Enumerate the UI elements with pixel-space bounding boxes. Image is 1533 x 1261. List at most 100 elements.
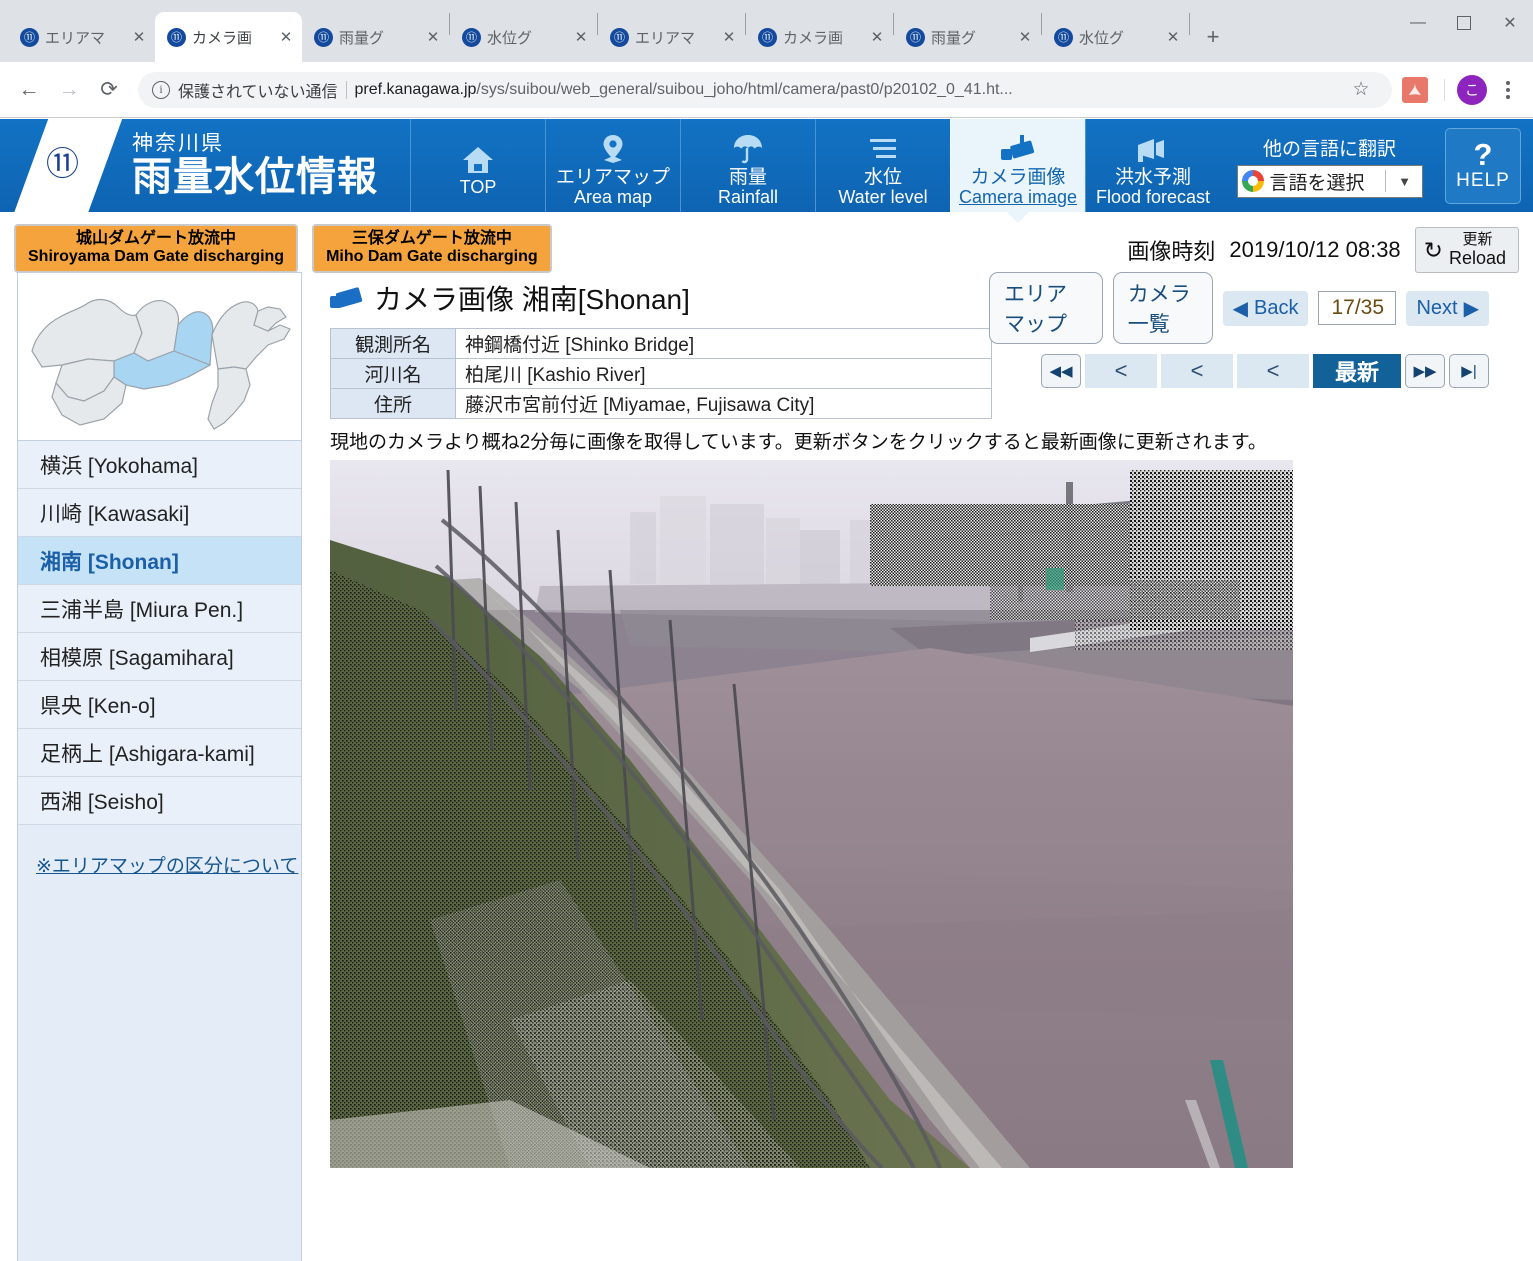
address-bar[interactable]: i 保護されていない通信 pref.kanagawa.jp/sys/suibou… — [138, 71, 1392, 108]
nav-item-area-map[interactable]: エリアマップ Area map — [545, 119, 680, 212]
area-list: 横浜 [Yokohama] 川崎 [Kawasaki] 湘南 [Shonan] … — [18, 441, 301, 825]
browser-tab-7[interactable]: ⑪ 雨量グ ✕ — [894, 12, 1041, 62]
controls-row-primary: エリアマップ カメラ一覧 ◀ Back 17/35 Next ▶ — [989, 272, 1489, 344]
sidebar-item-shonan[interactable]: 湘南 [Shonan] — [18, 537, 301, 585]
back-button[interactable]: ◀ Back — [1222, 290, 1309, 326]
tab-label: 水位グ — [487, 29, 533, 47]
close-icon[interactable]: ✕ — [1017, 30, 1033, 45]
page-title-text: カメラ画像 湘南[Shonan] — [374, 284, 690, 315]
close-icon[interactable]: ✕ — [869, 30, 885, 45]
sidebar-item-ashigara-kami[interactable]: 足柄上 [Ashigara-kami] — [18, 729, 301, 777]
help-button[interactable]: ? HELP — [1445, 127, 1521, 204]
browser-tab-3[interactable]: ⑪ 雨量グ ✕ — [302, 12, 449, 62]
prev-step-2-button[interactable]: < — [1161, 354, 1233, 388]
nav-item-top[interactable]: TOP — [410, 119, 545, 212]
browser-tab-6[interactable]: ⑪ カメラ画 ✕ — [746, 12, 893, 62]
site-brand[interactable]: ⑪ 神奈川県 雨量水位情報 — [0, 119, 410, 212]
nav-item-rainfall[interactable]: 雨量 Rainfall — [680, 119, 815, 212]
river-camera-photo[interactable] — [330, 460, 1293, 1168]
site-title: 雨量水位情報 — [132, 155, 378, 200]
station-info-table: 観測所名 神鋼橋付近 [Shinko Bridge] 河川名 柏尾川 [Kash… — [330, 328, 992, 419]
sidebar-item-miura[interactable]: 三浦半島 [Miura Pen.] — [18, 585, 301, 633]
forward-step-button[interactable]: ▶▶ — [1405, 354, 1445, 388]
minimize-icon[interactable]: — — [1395, 0, 1441, 46]
site-header: ⑪ 神奈川県 雨量水位情報 TOP エリアマップ Area map 雨量 Rai… — [0, 119, 1533, 223]
chrome-menu-icon[interactable] — [1493, 80, 1523, 99]
water-level-icon — [865, 129, 901, 165]
close-icon[interactable]: ✕ — [131, 30, 147, 45]
first-page-button[interactable]: ◀◀ — [1041, 354, 1081, 388]
area-map-button[interactable]: エリアマップ — [989, 272, 1103, 344]
table-key: 観測所名 — [330, 328, 456, 359]
nav-item-flood-forecast[interactable]: 洪水予測 Flood forecast — [1085, 119, 1220, 212]
sidebar-item-keno[interactable]: 県央 [Ken-o] — [18, 681, 301, 729]
browser-tab-5[interactable]: ⑪ エリアマ ✕ — [598, 12, 745, 62]
alert-miho-dam[interactable]: 三保ダムゲート放流中 Miho Dam Gate discharging — [312, 224, 552, 273]
table-row: 住所 藤沢市宮前付近 [Miyamae, Fujisawa City] — [330, 388, 992, 419]
kanagawa-favicon-icon: ⑪ — [758, 27, 777, 47]
alert-label-jp: 城山ダムゲート放流中 — [76, 230, 237, 247]
close-icon[interactable]: ✕ — [278, 30, 294, 45]
prefecture-name: 神奈川県 — [132, 131, 224, 155]
dam-alert-row: 城山ダムゲート放流中 Shiroyama Dam Gate dischargin… — [14, 224, 552, 273]
new-tab-button[interactable]: + — [1196, 20, 1230, 54]
camera-icon — [999, 129, 1037, 165]
last-page-button[interactable]: ▶| — [1449, 354, 1489, 388]
table-row: 観測所名 神鋼橋付近 [Shinko Bridge] — [330, 328, 992, 359]
kanagawa-area-map[interactable] — [18, 273, 301, 441]
latest-button[interactable]: 最新 — [1313, 354, 1401, 388]
chevron-down-icon[interactable]: ▼ — [1392, 174, 1418, 189]
table-key: 河川名 — [330, 358, 456, 389]
url-text: pref.kanagawa.jp/sys/suibou/web_general/… — [355, 81, 1336, 99]
url-host: pref.kanagawa.jp — [354, 80, 477, 98]
close-icon[interactable]: ✕ — [573, 30, 589, 45]
kanagawa-favicon-icon: ⑪ — [906, 27, 925, 47]
info-icon[interactable]: i — [152, 80, 170, 99]
camera-list-button[interactable]: カメラ一覧 — [1112, 272, 1213, 344]
table-value: 神鋼橋付近 [Shinko Bridge] — [455, 328, 992, 359]
umbrella-icon — [731, 129, 765, 165]
maximize-icon[interactable] — [1441, 0, 1487, 46]
alert-label-jp: 三保ダムゲート放流中 — [351, 230, 512, 247]
sidebar-item-seisho[interactable]: 西湘 [Seisho] — [18, 777, 301, 825]
browser-tab-4[interactable]: ⑪ 水位グ ✕ — [450, 12, 597, 62]
megaphone-icon — [1134, 129, 1172, 165]
window-close-icon[interactable]: ✕ — [1487, 0, 1533, 46]
close-icon[interactable]: ✕ — [1165, 30, 1181, 45]
close-icon[interactable]: ✕ — [721, 30, 737, 45]
kanagawa-logo-icon: ⑪ — [10, 119, 122, 212]
language-select-value: 言語を選択 — [1269, 172, 1365, 194]
prev-step-1-button[interactable]: < — [1085, 354, 1157, 388]
refresh-icon: ↻ — [1423, 236, 1443, 263]
adobe-pdf-extension-icon[interactable] — [1402, 76, 1428, 103]
page-content: ⑪ 神奈川県 雨量水位情報 TOP エリアマップ Area map 雨量 Rai… — [0, 119, 1533, 1261]
alert-shiroyama-dam[interactable]: 城山ダムゲート放流中 Shiroyama Dam Gate dischargin… — [14, 224, 299, 273]
area-sidebar: 横浜 [Yokohama] 川崎 [Kawasaki] 湘南 [Shonan] … — [17, 272, 302, 1261]
browser-window: ⑪ エリアマ ✕ ⑪ カメラ画 ✕ ⑪ 雨量グ ✕ ⑪ 水位グ ✕ ⑪ エリアマ… — [0, 0, 1533, 1261]
select-divider — [1384, 170, 1386, 192]
next-button[interactable]: Next ▶ — [1406, 290, 1489, 326]
sidebar-item-kawasaki[interactable]: 川崎 [Kawasaki] — [18, 489, 301, 537]
sidebar-item-yokohama[interactable]: 横浜 [Yokohama] — [18, 441, 301, 489]
kanagawa-favicon-icon: ⑪ — [20, 27, 39, 47]
back-icon[interactable]: ← — [10, 71, 48, 109]
browser-tab-1[interactable]: ⑪ エリアマ ✕ — [8, 12, 155, 62]
browser-tab-2[interactable]: ⑪ カメラ画 ✕ — [155, 12, 302, 62]
language-select[interactable]: 言語を選択 ▼ — [1236, 164, 1423, 198]
google-icon — [1241, 170, 1264, 192]
reload-button[interactable]: ↻ 更新 Reload — [1414, 227, 1519, 274]
nav-item-water-level[interactable]: 水位 Water level — [815, 119, 950, 212]
area-map-note-link[interactable]: ※エリアマップの区分について — [18, 825, 301, 878]
help-label: HELP — [1456, 170, 1510, 191]
reload-icon[interactable]: ⟳ — [90, 71, 128, 109]
profile-avatar[interactable]: こ — [1457, 74, 1487, 105]
browser-tab-8[interactable]: ⑪ 水位グ ✕ — [1042, 12, 1189, 62]
close-icon[interactable]: ✕ — [425, 30, 441, 45]
bookmark-star-icon[interactable]: ☆ — [1344, 73, 1378, 107]
kanagawa-favicon-icon: ⑪ — [462, 27, 481, 47]
sidebar-item-sagamihara[interactable]: 相模原 [Sagamihara] — [18, 633, 301, 681]
forward-icon[interactable]: → — [50, 71, 88, 109]
alert-label-en: Shiroyama Dam Gate discharging — [28, 248, 285, 266]
nav-item-camera-image[interactable]: カメラ画像 Camera image — [950, 119, 1085, 223]
prev-step-3-button[interactable]: < — [1237, 354, 1309, 388]
